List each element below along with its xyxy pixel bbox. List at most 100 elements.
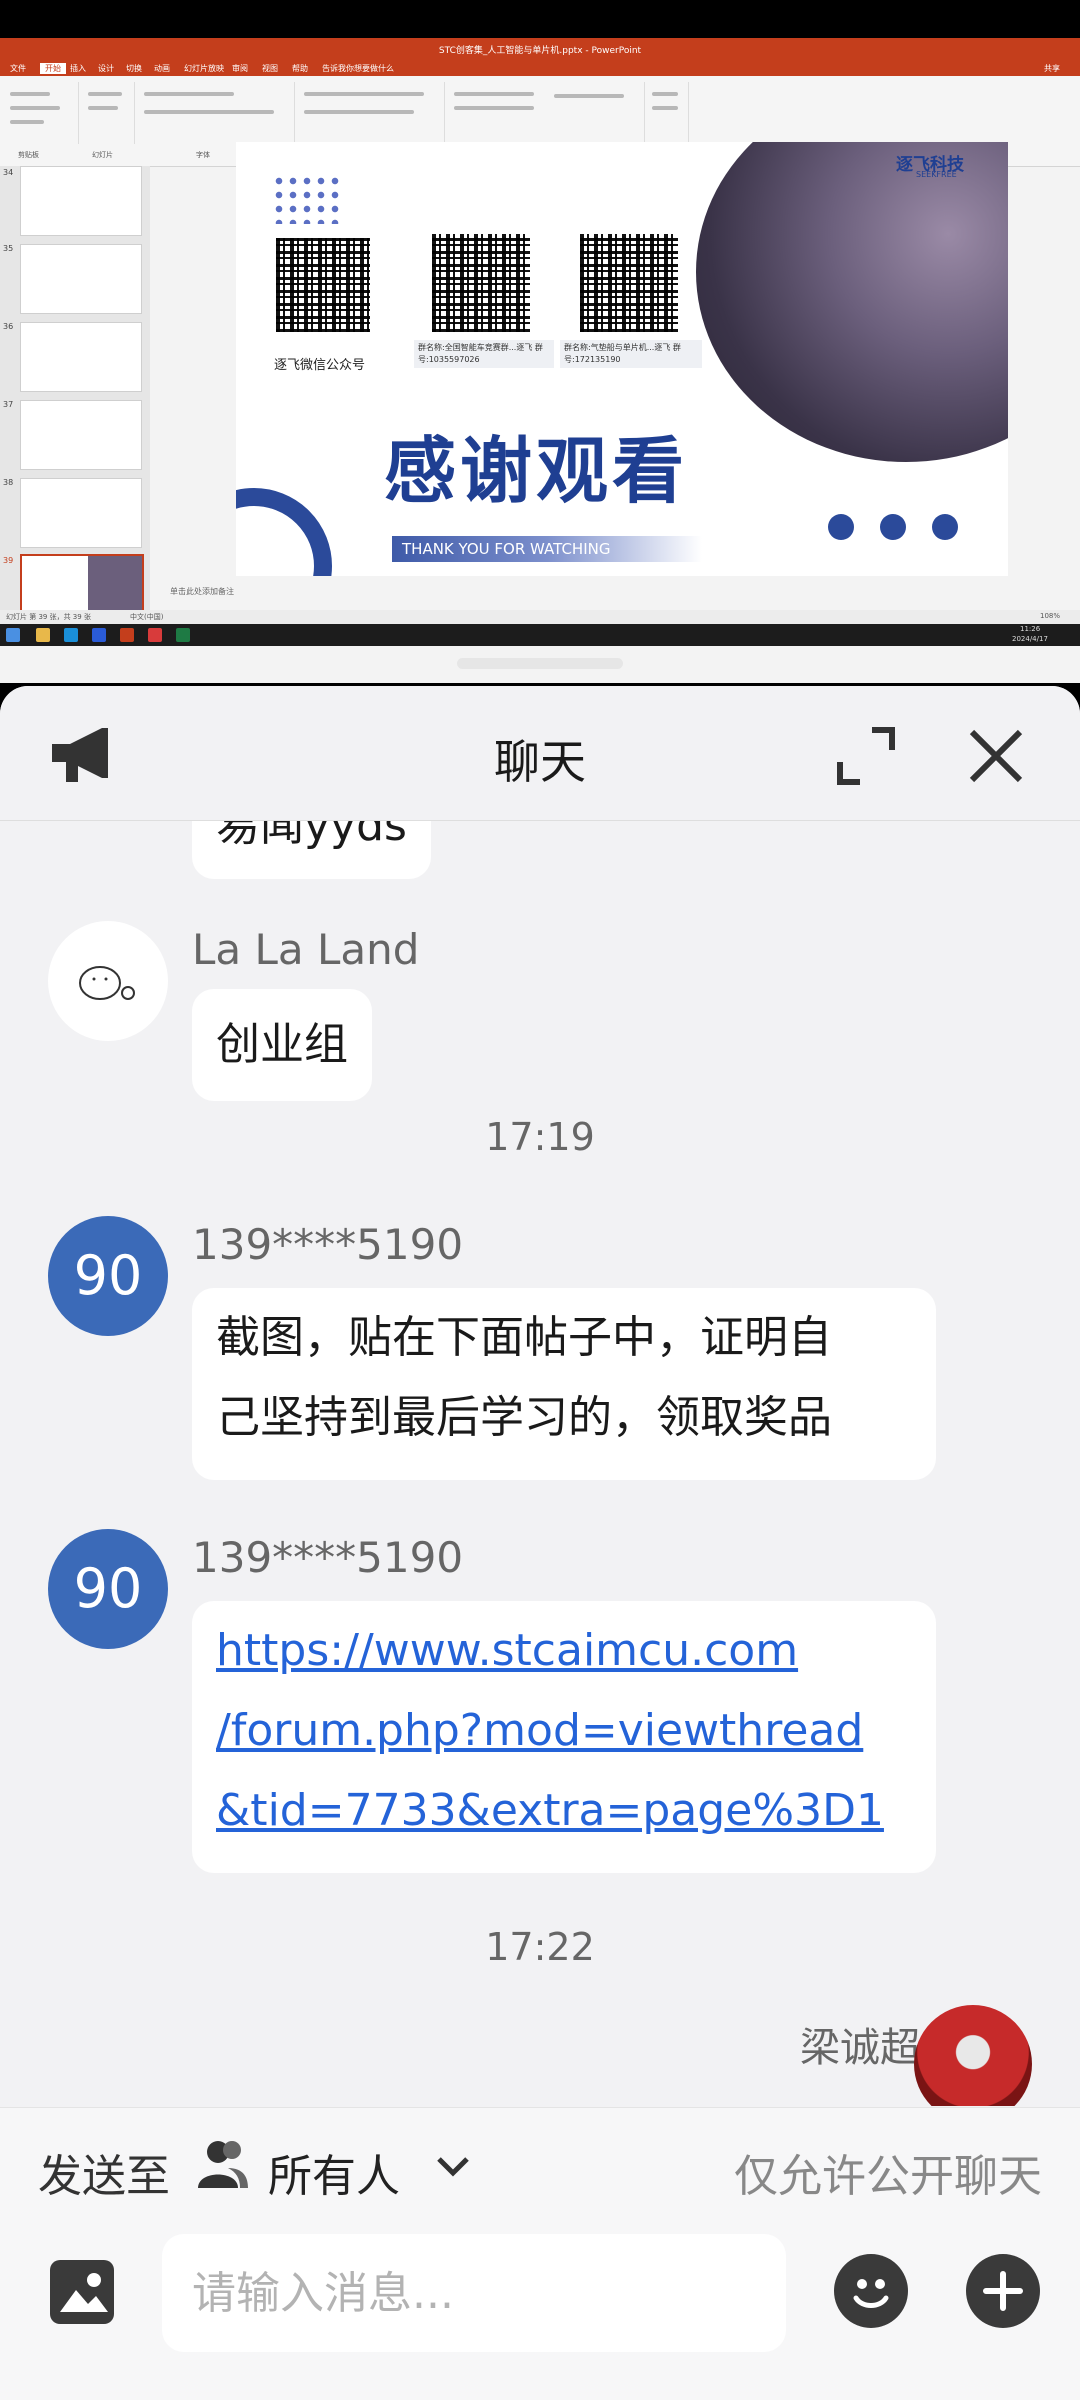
explorer-icon <box>36 628 50 642</box>
composer-area: 发送至 所有人 仅允许公开聊天 <box>0 2107 1080 2400</box>
drag-handle[interactable] <box>457 658 623 669</box>
ppt-ribbon-tabs: 文件 开始 插入 设计 切换 动画 幻灯片放映 审阅 视图 帮助 告诉我你想要做… <box>0 60 1080 76</box>
add-button[interactable] <box>966 2254 1040 2328</box>
slide-number: 36 <box>3 322 14 331</box>
message-link[interactable]: https://www.stcaimcu.com <box>216 1611 912 1691</box>
app-icon <box>92 628 106 642</box>
message-text-line: 截图，贴在下面帖子中，证明自 <box>216 1312 832 1363</box>
emoji-button[interactable] <box>834 2254 908 2328</box>
public-chat-only-label: 仅允许公开聊天 <box>734 2151 1042 2202</box>
ribbon-tab: 幻灯片放映 <box>184 64 224 73</box>
sender-name: La La Land <box>192 925 420 974</box>
sender-name: 139****5190 <box>192 1533 464 1582</box>
ribbon-group-paragraph <box>294 82 445 144</box>
ribbon-group-font <box>134 82 295 144</box>
ribbon-tell-me: 告诉我你想要做什么 <box>322 64 394 73</box>
slide-thumbnail <box>20 322 142 392</box>
ribbon-tab: 动画 <box>154 64 170 73</box>
chevron-down-icon <box>437 2157 469 2177</box>
pdf-icon <box>148 628 162 642</box>
sender-name: 139****5190 <box>192 1220 464 1269</box>
slide-thumbnail <box>20 400 142 470</box>
message-bubble: 创业组 <box>192 989 372 1101</box>
slide-number: 38 <box>3 478 14 487</box>
avatar[interactable]: 90 <box>48 1216 168 1336</box>
smiley-icon <box>853 2279 889 2308</box>
ribbon-tab: 切换 <box>126 64 142 73</box>
message-input[interactable] <box>162 2234 786 2352</box>
message-text: 创业组 <box>216 1019 348 1070</box>
avatar[interactable]: 90 <box>48 1529 168 1649</box>
slide-thumbnail <box>20 166 142 236</box>
ribbon-group-clipboard <box>0 82 79 144</box>
status-zoom: 108% <box>1040 612 1061 620</box>
excel-icon <box>176 628 190 642</box>
clock-date: 2024/4/17 <box>1012 635 1048 643</box>
brand-sub: SEEKFREE <box>916 170 957 179</box>
ribbon-group-editing <box>644 82 689 144</box>
ribbon-tab: 审阅 <box>232 64 248 73</box>
ribbon-tab: 文件 <box>10 64 26 73</box>
current-slide: 逐飞科技 SEEKFREE 逐飞微信公众号 群名称:全国智能车竞赛群...逐飞 … <box>236 142 1008 576</box>
slide-icon-doc <box>932 514 958 540</box>
timestamp: 17:19 <box>485 1115 595 1159</box>
chat-header: 聊天 <box>0 686 1080 821</box>
ribbon-tab: 设计 <box>98 64 114 73</box>
timestamp: 17:22 <box>485 1925 595 1969</box>
decor-dot-grid <box>272 174 342 224</box>
ribbon-group-drawing <box>444 82 645 144</box>
close-icon[interactable] <box>966 726 1026 786</box>
chat-title: 聊天 <box>494 735 586 789</box>
edge-icon <box>64 628 78 642</box>
ribbon-tab-active: 开始 <box>40 63 66 74</box>
ribbon-group-label: 字体 <box>196 151 210 159</box>
message-text-line: 己坚持到最后学习的，领取奖品 <box>216 1392 832 1443</box>
ribbon-tab: 视图 <box>262 64 278 73</box>
slide-number: 37 <box>3 400 14 409</box>
ppt-window-title: STC创客集_人工智能与单片机.pptx - PowerPoint <box>438 46 642 56</box>
qr-caption-wechat: 逐飞微信公众号 <box>274 358 366 373</box>
ribbon-group-label: 剪贴板 <box>18 151 39 159</box>
slide-number-current: 39 <box>3 556 14 565</box>
message-link[interactable]: /forum.php?mod=viewthread <box>216 1691 912 1771</box>
slide-thumbnail-pane: 34 35 36 37 38 39 <box>0 166 150 631</box>
qr-caption-group-1: 群名称:全国智能车竞赛群...逐飞 群号:1035597026 <box>414 340 554 368</box>
qr-code-wechat <box>276 238 370 332</box>
sender-name: 梁诚超 <box>800 2025 920 2071</box>
ribbon-tab: 帮助 <box>292 64 308 73</box>
expand-icon[interactable] <box>836 726 896 786</box>
chat-panel: 聊天 易闻yyds La La Land 创业组 17:19 90 139***… <box>0 686 1080 2400</box>
slide-thumbnail <box>20 244 142 314</box>
status-language: 中文(中国) <box>130 613 164 621</box>
avatar[interactable] <box>914 2005 1032 2106</box>
people-icon <box>198 2141 248 2188</box>
recipient-label: 所有人 <box>268 2151 400 2202</box>
thanks-heading: 感谢观看 <box>384 428 689 513</box>
qr-code-group-2 <box>580 234 678 332</box>
message-bubble: 易闻yyds <box>192 821 431 879</box>
ribbon-tab: 插入 <box>70 64 86 73</box>
slide-icon-bulb <box>880 514 906 540</box>
sketch-face-icon <box>79 966 135 1000</box>
robot-car-photo <box>696 142 1008 462</box>
slide-thumbnail <box>20 478 142 548</box>
qr-caption-group-2: 群名称:气垫船与单片机...逐飞 群号:172135190 <box>560 340 702 368</box>
start-icon <box>6 628 20 642</box>
ribbon-group-label: 幻灯片 <box>92 151 113 159</box>
windows-taskbar: 11:26 2024/4/17 <box>0 624 1080 646</box>
clock-time: 11:26 <box>1020 625 1041 633</box>
slide-icon-1 <box>828 514 854 540</box>
decor-ring <box>236 488 332 576</box>
ppt-title-bar: STC创客集_人工智能与单片机.pptx - PowerPoint <box>0 38 1080 60</box>
shared-screen: STC创客集_人工智能与单片机.pptx - PowerPoint 文件 开始 … <box>0 38 1080 683</box>
message-link[interactable]: &tid=7733&extra=page%3D1 <box>216 1771 912 1851</box>
message-list[interactable]: 易闻yyds La La Land 创业组 17:19 90 139****51… <box>0 821 1080 2106</box>
thanks-subtitle: THANK YOU FOR WATCHING <box>392 536 702 562</box>
ribbon-group-slides <box>78 82 135 144</box>
ppt-status-bar: 幻灯片 第 39 张，共 39 张 中文(中国) 108% <box>0 610 1080 624</box>
avatar[interactable] <box>48 921 168 1041</box>
notes-hint: 单击此处添加备注 <box>170 587 234 596</box>
plus-icon <box>983 2271 1023 2311</box>
image-icon[interactable] <box>46 2256 118 2328</box>
slide-number: 34 <box>3 168 14 177</box>
